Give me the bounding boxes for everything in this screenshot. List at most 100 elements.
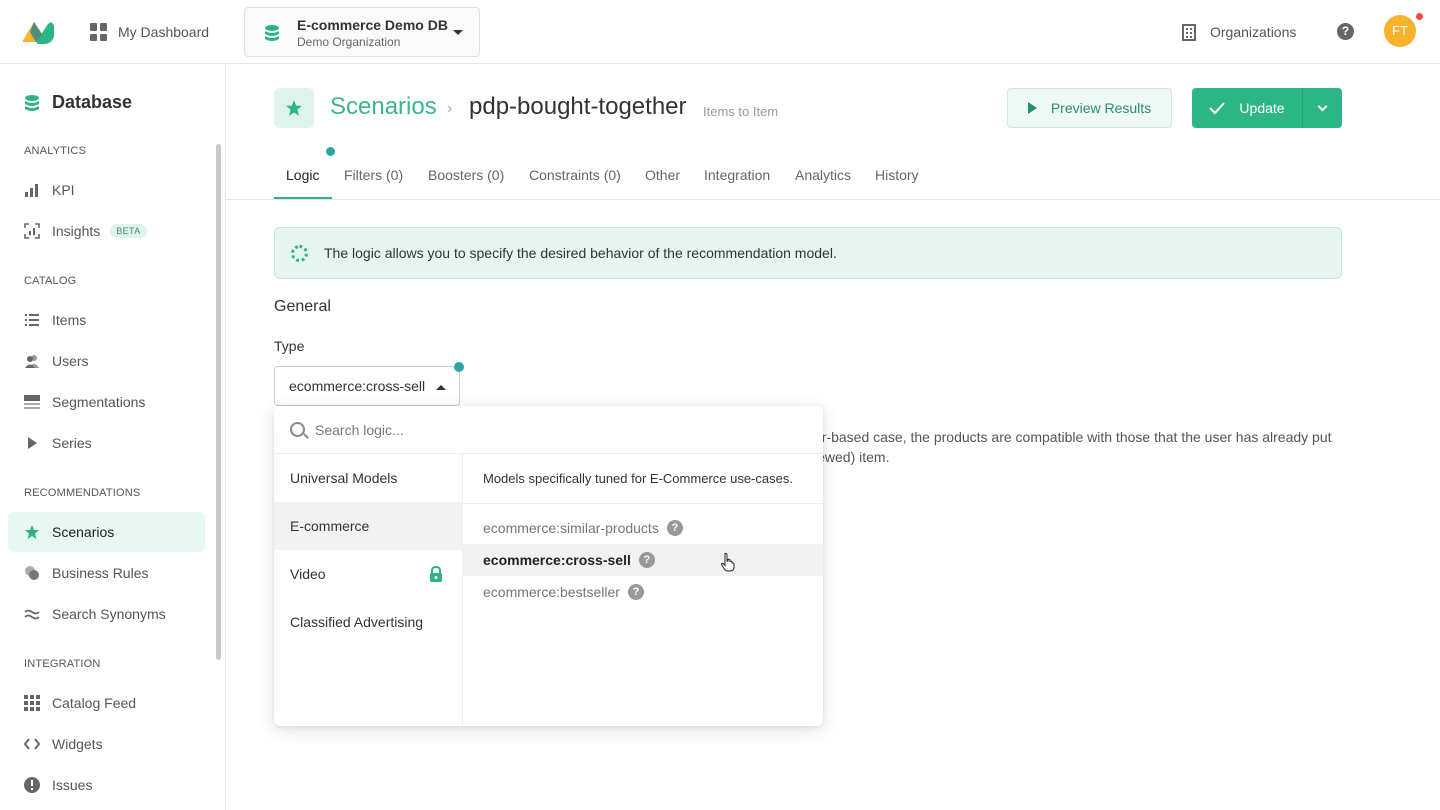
sidebar-item-users[interactable]: Users [8, 341, 205, 381]
database-selector[interactable]: E-commerce Demo DB Demo Organization [244, 7, 480, 57]
category-label: E-commerce [290, 518, 370, 534]
database-organization: Demo Organization [297, 35, 401, 49]
sidebar-item-label: Widgets [52, 736, 103, 752]
star-icon [24, 524, 40, 540]
option-bestseller[interactable]: ecommerce:bestseller ? [463, 576, 823, 608]
tab-bar: Logic Filters (0) Boosters (0) Constrain… [226, 147, 1440, 200]
tab-boosters[interactable]: Boosters (0) [428, 167, 504, 183]
update-button[interactable]: Update [1192, 88, 1302, 128]
scenario-star-icon [274, 88, 314, 128]
type-label: Type [274, 338, 305, 354]
sidebar-item-kpi[interactable]: KPI [8, 170, 205, 210]
type-modified-dot [454, 362, 464, 372]
tab-modified-dot [326, 147, 335, 156]
option-label: ecommerce:cross-sell [483, 552, 631, 568]
sidebar-item-items[interactable]: Items [8, 300, 205, 340]
sidebar-item-label: Issues [52, 777, 93, 793]
caret-up-icon [436, 385, 446, 390]
logic-description-line: iewed) item. [814, 449, 890, 465]
dashboard-grid-icon [90, 23, 108, 41]
bar-chart-icon [24, 182, 40, 198]
sidebar-item-label: Search Synonyms [52, 606, 166, 622]
my-dashboard-label: My Dashboard [118, 24, 210, 40]
sidebar: Database ANALYTICS KPI Insights BETA CAT… [0, 64, 226, 810]
sidebar-item-label: Catalog Feed [52, 695, 137, 711]
logic-dropdown: Universal Models E-commerce Video Classi… [274, 406, 823, 726]
insights-icon [24, 223, 40, 239]
type-select[interactable]: ecommerce:cross-sell [274, 366, 460, 406]
logic-search-bar [274, 406, 823, 454]
help-icon[interactable]: ? [638, 552, 655, 568]
sidebar-item-catalog-feed[interactable]: Catalog Feed [8, 683, 205, 723]
section-analytics: ANALYTICS [24, 145, 87, 157]
sidebar-item-label: Business Rules [52, 565, 149, 581]
tab-filters[interactable]: Filters (0) [344, 167, 403, 183]
tab-constraints[interactable]: Constraints (0) [529, 167, 621, 183]
general-heading: General [274, 298, 331, 315]
sidebar-item-search-synonyms[interactable]: Search Synonyms [8, 594, 205, 634]
category-label: Video [290, 566, 326, 582]
logic-description: er-based case, the products are compatib… [814, 427, 1354, 467]
sidebar-item-scenarios[interactable]: Scenarios [8, 512, 205, 552]
search-icon [290, 422, 305, 437]
info-text: The logic allows you to specify the desi… [324, 245, 837, 261]
logic-options: Models specifically tuned for E-Commerce… [463, 454, 823, 726]
help-icon[interactable]: ? [666, 520, 683, 536]
tab-logic[interactable]: Logic [286, 167, 319, 183]
code-icon [24, 736, 40, 752]
sidebar-scrollbar[interactable] [216, 144, 221, 660]
organizations-label: Organizations [1210, 24, 1297, 40]
category-video[interactable]: Video [274, 550, 462, 598]
option-label: ecommerce:similar-products [483, 520, 659, 536]
my-dashboard-link[interactable]: My Dashboard [90, 20, 209, 44]
organizations-link[interactable]: Organizations [1182, 20, 1296, 44]
tab-history[interactable]: History [875, 167, 919, 183]
update-options-button[interactable] [1302, 88, 1342, 128]
logic-description-line: er-based case, the products are compatib… [814, 429, 1332, 445]
sidebar-item-series[interactable]: Series [8, 423, 205, 463]
sidebar-item-widgets[interactable]: Widgets [8, 724, 205, 764]
database-name: E-commerce Demo DB [297, 17, 448, 33]
preview-results-label: Preview Results [1050, 100, 1152, 116]
tab-other[interactable]: Other [645, 167, 680, 183]
logic-categories: Universal Models E-commerce Video Classi… [274, 454, 463, 726]
category-universal-models[interactable]: Universal Models [274, 454, 462, 502]
sidebar-item-label: Users [52, 353, 89, 369]
breadcrumb-separator-icon: › [447, 100, 453, 117]
database-icon [265, 25, 279, 41]
sidebar-item-label: Segmentations [52, 394, 146, 410]
section-catalog: CATALOG [24, 275, 77, 287]
category-classified-advertising[interactable]: Classified Advertising [274, 598, 462, 646]
info-banner: The logic allows you to specify the desi… [274, 227, 1342, 279]
lock-icon [430, 566, 442, 582]
sidebar-item-issues[interactable]: Issues [8, 765, 205, 805]
tab-analytics[interactable]: Analytics [795, 167, 851, 183]
logic-search-input[interactable] [315, 421, 715, 438]
alert-icon [24, 777, 40, 793]
check-icon [1209, 102, 1226, 114]
help-icon[interactable]: ? [627, 584, 644, 600]
option-cross-sell[interactable]: ecommerce:cross-sell ? [463, 544, 823, 576]
category-label: Universal Models [290, 470, 398, 486]
top-bar: My Dashboard E-commerce Demo DB Demo Org… [0, 0, 1440, 64]
hand-cursor-icon [720, 552, 735, 572]
app-logo[interactable] [18, 16, 56, 46]
sidebar-item-segmentations[interactable]: Segmentations [8, 382, 205, 422]
page-title: pdp-bought-together [469, 93, 687, 120]
active-tab-indicator [274, 197, 332, 199]
list-icon [24, 312, 40, 328]
sidebar-item-label: Insights [52, 223, 101, 239]
caret-down-icon [453, 30, 463, 35]
category-ecommerce[interactable]: E-commerce [274, 502, 462, 550]
sidebar-item-insights[interactable]: Insights BETA [8, 211, 205, 251]
preview-results-button[interactable]: Preview Results [1007, 88, 1172, 128]
option-similar-products[interactable]: ecommerce:similar-products ? [463, 512, 823, 544]
sidebar-item-business-rules[interactable]: Business Rules [8, 553, 205, 593]
tab-integration[interactable]: Integration [704, 167, 770, 183]
help-icon[interactable]: ? [1337, 23, 1354, 40]
user-avatar[interactable]: FT [1384, 15, 1416, 47]
breadcrumb-scenarios[interactable]: Scenarios [330, 93, 437, 121]
database-icon [25, 94, 39, 111]
option-label: ecommerce:bestseller [483, 584, 620, 600]
play-icon [1027, 102, 1037, 114]
